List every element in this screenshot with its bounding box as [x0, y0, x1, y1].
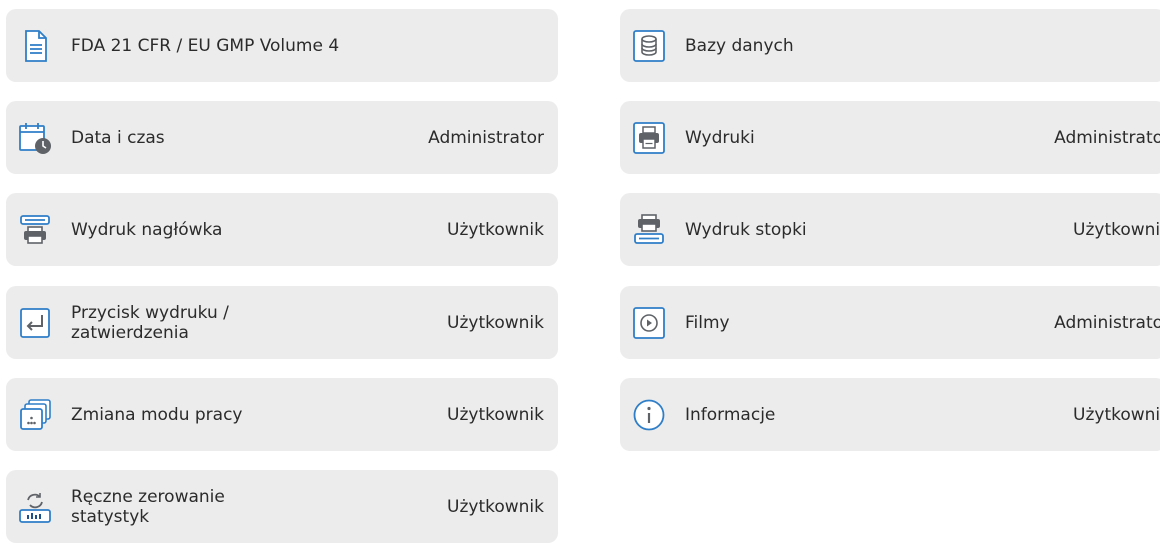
calendar-clock-icon [18, 121, 52, 155]
tile-label: Wydruk stopki [685, 219, 807, 240]
header-printout-icon [18, 213, 52, 247]
tile-label: Wydruk nagłówka [71, 219, 223, 240]
tile-label: Wydruki [685, 127, 755, 148]
tile-information[interactable]: Informacje Użytkownik [620, 378, 1160, 451]
info-icon [632, 398, 666, 432]
tile-manual-statistics-reset[interactable]: Ręczne zerowanie statystyk Użytkownik [6, 470, 558, 543]
access-level: Administrator [1054, 312, 1160, 333]
footer-printout-icon [632, 213, 666, 247]
enter-key-icon [18, 306, 52, 340]
play-icon [632, 306, 666, 340]
access-level: Administrator [1054, 127, 1160, 148]
tile-label: Data i czas [71, 127, 165, 148]
access-level: Użytkownik [447, 219, 544, 240]
access-level: Użytkownik [447, 496, 544, 517]
database-icon [632, 29, 666, 63]
tile-label: Filmy [685, 312, 730, 333]
tile-databases[interactable]: Bazy danych [620, 9, 1160, 82]
tile-label: Zmiana modu pracy [71, 404, 243, 425]
tile-label: Przycisk wydruku / zatwierdzenia [71, 302, 229, 343]
tile-printouts[interactable]: Wydruki Administrator [620, 101, 1160, 174]
tile-header-printout[interactable]: Wydruk nagłówka Użytkownik [6, 193, 558, 266]
access-level: Użytkownik [447, 312, 544, 333]
tile-footer-printout[interactable]: Wydruk stopki Użytkownik [620, 193, 1160, 266]
tile-label: Bazy danych [685, 35, 794, 56]
printer-icon [632, 121, 666, 155]
document-icon [18, 29, 52, 63]
access-level: Użytkownik [447, 404, 544, 425]
tile-label: FDA 21 CFR / EU GMP Volume 4 [71, 35, 340, 56]
access-level: Użytkownik [1073, 404, 1160, 425]
tile-videos[interactable]: Filmy Administrator [620, 286, 1160, 359]
tile-label: Informacje [685, 404, 776, 425]
access-level: Użytkownik [1073, 219, 1160, 240]
tile-change-work-mode[interactable]: Zmiana modu pracy Użytkownik [6, 378, 558, 451]
access-level: Administrator [428, 127, 544, 148]
reset-statistics-icon [18, 490, 52, 524]
tile-date-time[interactable]: Data i czas Administrator [6, 101, 558, 174]
tile-label: Ręczne zerowanie statystyk [71, 486, 225, 527]
tile-print-confirm-button[interactable]: Przycisk wydruku / zatwierdzenia Użytkow… [6, 286, 558, 359]
work-modes-icon [18, 398, 52, 432]
tile-fda-gmp[interactable]: FDA 21 CFR / EU GMP Volume 4 [6, 9, 558, 82]
